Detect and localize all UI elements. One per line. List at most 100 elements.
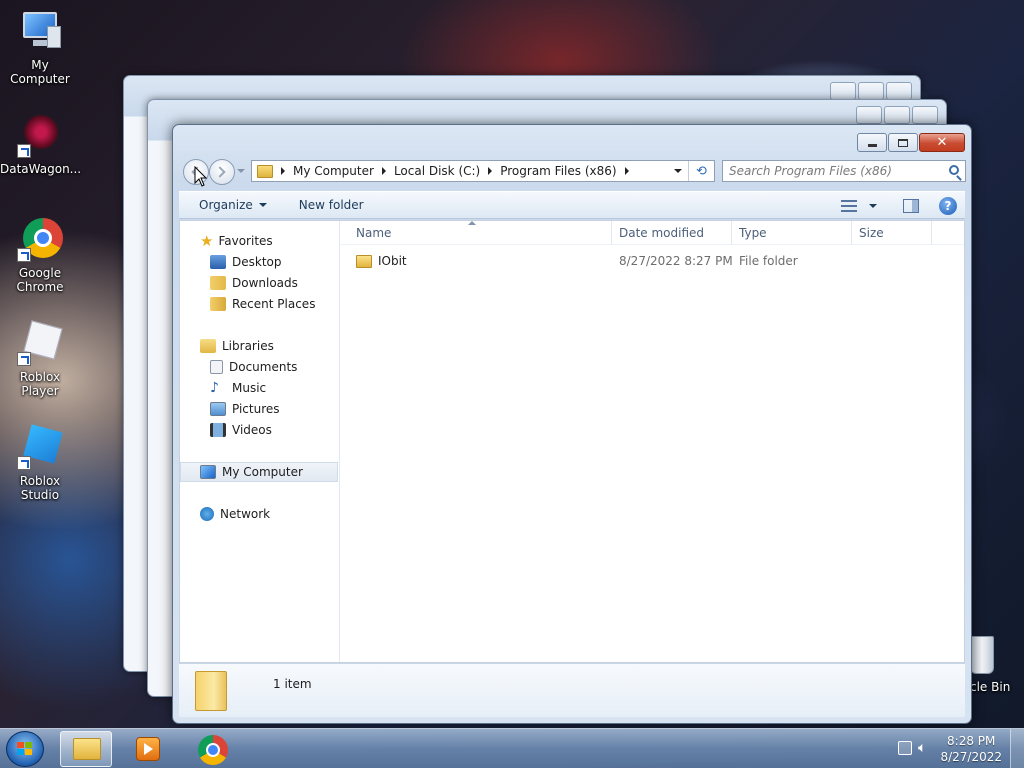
new-folder-button[interactable]: New folder [287,194,376,216]
folder-icon [73,738,101,760]
breadcrumb-my-computer[interactable]: My Computer [293,164,374,178]
desktop-icon-roblox-player[interactable]: Roblox Player [0,320,80,398]
nav-label: Pictures [232,402,280,416]
shortcut-arrow-icon [17,456,31,470]
computer-icon [200,465,216,479]
preview-pane-icon[interactable] [903,199,919,213]
taskbar-explorer-button[interactable] [60,731,112,767]
desktop-icon [210,255,226,269]
windows-logo-icon [17,742,33,756]
desktop-icon-label: Google Chrome [16,266,64,294]
column-header-type[interactable]: Type [732,221,852,245]
clock-time: 8:28 PM [947,734,996,748]
breadcrumb-chevron-icon[interactable] [488,167,493,175]
shortcut-arrow-icon [17,248,31,262]
system-tray: 🔈︎ 8:28 PM 8/27/2022 [884,729,1024,768]
desktop-icon-label: Roblox Studio [19,474,61,502]
navigation-bar: My Computer Local Disk (C:) Program File… [179,159,966,185]
change-view-icon[interactable] [841,200,857,212]
nav-libraries[interactable]: Libraries [180,336,338,356]
organize-button[interactable]: Organize [187,194,279,216]
window-controls: ✕ [857,133,965,152]
show-desktop-button[interactable] [1010,729,1024,768]
nav-documents[interactable]: Documents [180,357,338,377]
roblox-player-icon [17,320,63,366]
volume-icon[interactable]: 🔈︎ [918,740,926,756]
shortcut-arrow-icon [17,144,31,158]
breadcrumb-chevron-icon[interactable] [624,167,629,175]
nav-label: Downloads [232,276,298,290]
desktop-icon-roblox-studio[interactable]: Roblox Studio [0,424,80,502]
close-button[interactable]: ✕ [919,133,965,152]
desktop-icon-label: My Computer [10,58,70,86]
help-icon[interactable]: ? [939,197,957,215]
breadcrumb-program-files[interactable]: Program Files (x86) [500,164,616,178]
network-icon [200,507,214,521]
nav-desktop[interactable]: Desktop [180,252,338,272]
pictures-icon [210,402,226,416]
desktop-icon-my-computer[interactable]: My Computer [0,8,80,86]
nav-label: Music [232,381,267,395]
search-input[interactable] [729,164,939,178]
search-box[interactable] [722,160,966,182]
folder-icon [356,254,372,268]
file-name-cell: IObit [356,251,407,271]
recent-places-icon [210,297,226,311]
column-header-size[interactable]: Size [852,221,932,245]
breadcrumb-chevron-icon[interactable] [381,167,386,175]
command-bar-right: ? [841,195,957,217]
search-icon[interactable] [949,165,959,175]
recycle-bin-icon [968,632,996,676]
nav-downloads[interactable]: Downloads [180,273,338,293]
nav-label: Desktop [232,255,282,269]
nav-videos[interactable]: Videos [180,420,338,440]
nav-recent-places[interactable]: Recent Places [180,294,338,314]
network-status-icon[interactable] [898,741,912,755]
documents-icon [210,360,223,374]
column-header-name[interactable]: Name [340,221,612,245]
breadcrumb-local-disk[interactable]: Local Disk (C:) [394,164,480,178]
recent-pages-dropdown[interactable] [237,169,245,173]
breadcrumb-chevron-icon[interactable] [281,167,285,175]
address-dropdown-icon[interactable] [674,169,682,173]
mouse-cursor-icon [194,166,208,187]
folder-icon [257,164,273,178]
column-header-date-modified[interactable]: Date modified [602,221,732,245]
window-controls [830,82,912,100]
computer-icon [17,8,63,54]
forward-button[interactable] [209,159,235,185]
chrome-icon [17,216,63,262]
minimize-icon [867,144,877,147]
address-bar[interactable]: My Computer Local Disk (C:) Program File… [251,160,715,182]
taskbar-chrome-button[interactable] [186,731,238,767]
clock[interactable]: 8:28 PM 8/27/2022 [940,733,1002,765]
new-folder-label: New folder [298,198,364,212]
start-button[interactable] [6,731,44,767]
nav-label: Recent Places [232,297,316,311]
nav-network[interactable]: Network [180,504,338,524]
downloads-icon [210,276,226,290]
chevron-down-icon [869,204,877,208]
nav-favorites[interactable]: ★ Favorites [180,231,338,251]
roblox-studio-icon [17,424,63,470]
star-icon: ★ [200,232,214,250]
details-pane: 1 item [179,663,965,717]
clock-date: 8/27/2022 [940,750,1002,764]
desktop-icon-label: Roblox Player [19,370,61,398]
nav-music[interactable]: ♪ Music [180,378,338,398]
view-options-dropdown[interactable] [867,195,879,217]
nav-label: My Computer [222,465,303,479]
nav-pictures[interactable]: Pictures [180,399,338,419]
table-row[interactable]: IObit 8/27/2022 8:27 PM File folder [340,251,964,271]
forward-arrow-icon [214,166,226,178]
taskbar-media-player-button[interactable] [122,731,174,767]
desktop-icon-google-chrome[interactable]: Google Chrome [0,216,80,294]
maximize-button[interactable] [888,133,918,152]
content-area: ★ Favorites Desktop Downloads Recent Pla… [179,220,965,663]
desktop-icon-datawagon[interactable]: DataWagon... [0,112,81,176]
nav-my-computer[interactable]: My Computer [180,462,338,482]
desktop-icon-label: cle Bin [970,680,1011,694]
refresh-button[interactable]: ⟲ [688,161,714,181]
minimize-button[interactable] [857,133,887,152]
navigation-pane: ★ Favorites Desktop Downloads Recent Pla… [180,221,340,662]
